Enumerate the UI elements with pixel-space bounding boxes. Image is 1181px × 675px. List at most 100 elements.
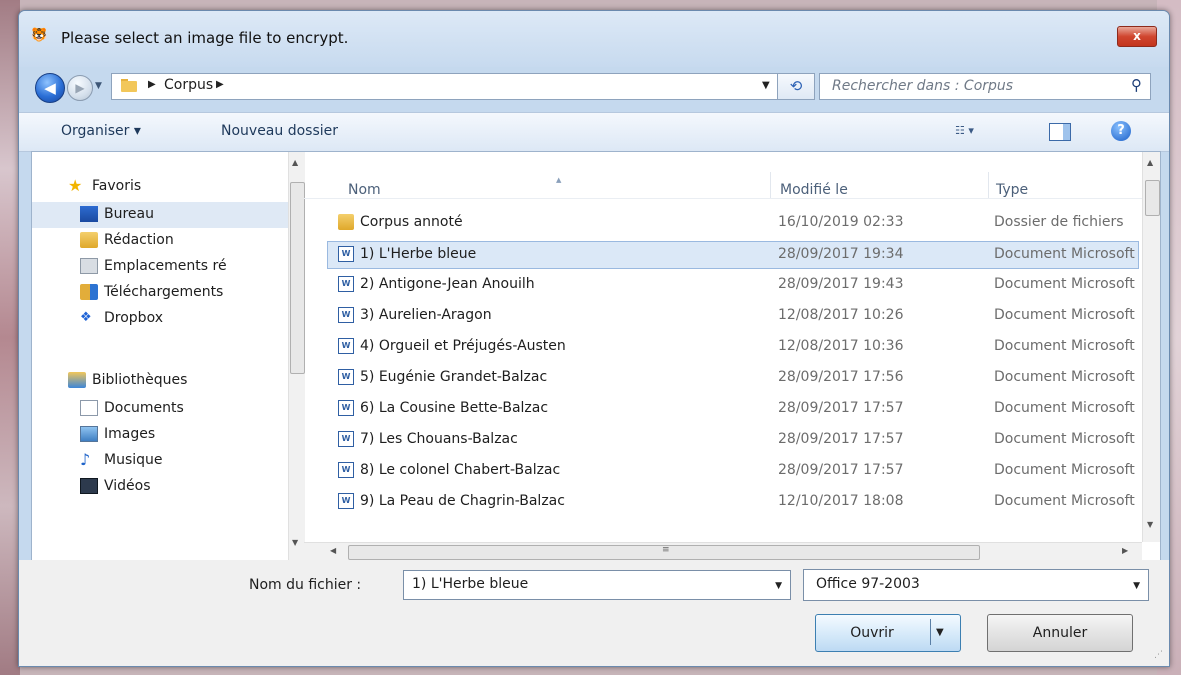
folder-icon bbox=[338, 214, 354, 230]
back-arrow-icon[interactable]: ◀ bbox=[35, 73, 65, 103]
sidebar-item-bureau[interactable]: Bureau bbox=[32, 202, 288, 228]
sidebar-item-redaction[interactable]: Rédaction bbox=[32, 228, 288, 254]
file-type-filter-select[interactable]: Office 97-2003 ▼ bbox=[803, 569, 1149, 601]
file-date: 28/09/2017 19:43 bbox=[778, 276, 904, 292]
recent-places-icon bbox=[80, 258, 98, 274]
scroll-right-icon[interactable]: ▶ bbox=[1122, 546, 1128, 555]
file-row[interactable]: W 3) Aurelien-Aragon 12/08/2017 10:26 Do… bbox=[328, 303, 1138, 329]
close-button[interactable]: x bbox=[1117, 26, 1157, 47]
file-type: Document Microsoft bbox=[994, 246, 1135, 262]
scrollbar-grip-icon: ≡ bbox=[662, 545, 670, 555]
address-bar[interactable]: ▶ Corpus ▶ ▼ bbox=[111, 73, 791, 100]
sidebar-item-label: Vidéos bbox=[104, 478, 151, 494]
file-name: 5) Eugénie Grandet-Balzac bbox=[360, 369, 548, 385]
file-name: 1) L'Herbe bleue bbox=[360, 246, 477, 262]
filename-input[interactable]: 1) L'Herbe bleue ▼ bbox=[403, 570, 791, 600]
organise-menu-button[interactable]: Organiser ▾ bbox=[61, 123, 141, 139]
sidebar-item-images[interactable]: Images bbox=[32, 422, 288, 448]
new-folder-button[interactable]: Nouveau dossier bbox=[221, 123, 338, 139]
dialog-footer: Nom du fichier : 1) L'Herbe bleue ▼ Offi… bbox=[19, 560, 1169, 666]
libraries-icon bbox=[68, 372, 86, 388]
browser-area: ★ Favoris Bureau Rédaction Emplacements … bbox=[31, 151, 1161, 561]
scrollbar-thumb[interactable] bbox=[1145, 180, 1160, 216]
file-open-dialog: 🐯 Please select an image file to encrypt… bbox=[18, 10, 1170, 667]
file-row-selected[interactable]: W 1) L'Herbe bleue 28/09/2017 19:34 Docu… bbox=[327, 241, 1139, 269]
help-icon[interactable]: ? bbox=[1111, 121, 1131, 141]
recent-pages-dropdown-icon[interactable]: ▼ bbox=[95, 79, 107, 93]
sidebar-item-recent-places[interactable]: Emplacements ré bbox=[32, 254, 288, 280]
file-row[interactable]: W 6) La Cousine Bette-Balzac 28/09/2017 … bbox=[328, 396, 1138, 422]
sidebar-item-music[interactable]: ♪ Musique bbox=[32, 448, 288, 474]
column-divider[interactable] bbox=[770, 172, 771, 198]
file-row[interactable]: W 7) Les Chouans-Balzac 28/09/2017 17:57… bbox=[328, 427, 1138, 453]
navigation-scrollbar[interactable]: ▲ ▼ bbox=[288, 152, 305, 560]
downloads-icon bbox=[80, 284, 98, 300]
word-doc-icon: W bbox=[338, 400, 354, 416]
scroll-up-icon[interactable]: ▲ bbox=[1147, 158, 1153, 167]
open-options-dropdown-icon[interactable]: ▼ bbox=[936, 627, 944, 638]
sidebar-group-libraries[interactable]: Bibliothèques bbox=[32, 368, 288, 394]
change-view-icon[interactable]: ☷ ▾ bbox=[955, 124, 991, 140]
sidebar-item-videos[interactable]: Vidéos bbox=[32, 474, 288, 500]
scroll-down-icon[interactable]: ▼ bbox=[1147, 520, 1153, 529]
word-doc-icon: W bbox=[338, 369, 354, 385]
breadcrumb-corpus[interactable]: Corpus bbox=[164, 77, 213, 93]
file-type: Document Microsoft bbox=[994, 369, 1135, 385]
file-row[interactable]: W 8) Le colonel Chabert-Balzac 28/09/201… bbox=[328, 458, 1138, 484]
file-type: Document Microsoft bbox=[994, 493, 1135, 509]
search-input[interactable]: Rechercher dans : Corpus ⚲ bbox=[819, 73, 1151, 100]
sidebar-item-label: Images bbox=[104, 426, 156, 442]
cancel-button[interactable]: Annuler bbox=[987, 614, 1133, 652]
scrollbar-thumb[interactable] bbox=[290, 182, 305, 374]
file-row[interactable]: W 5) Eugénie Grandet-Balzac 28/09/2017 1… bbox=[328, 365, 1138, 391]
scroll-up-icon[interactable]: ▲ bbox=[292, 158, 298, 167]
address-history-dropdown-icon[interactable]: ▼ bbox=[762, 80, 770, 91]
file-list-horizontal-scrollbar[interactable]: ◀ ≡ ▶ bbox=[304, 542, 1142, 560]
breadcrumb-separator-icon[interactable]: ▶ bbox=[216, 79, 224, 90]
folder-icon bbox=[121, 79, 137, 92]
scroll-left-icon[interactable]: ◀ bbox=[330, 546, 336, 555]
word-doc-icon: W bbox=[338, 307, 354, 323]
file-row-folder[interactable]: Corpus annoté 16/10/2019 02:33 Dossier d… bbox=[328, 210, 1138, 236]
file-type: Document Microsoft bbox=[994, 431, 1135, 447]
file-date: 28/09/2017 17:56 bbox=[778, 369, 904, 385]
column-header-name[interactable]: Nom bbox=[348, 182, 381, 198]
images-icon bbox=[80, 426, 98, 442]
music-icon: ♪ bbox=[80, 450, 91, 469]
sidebar-item-dropbox[interactable]: ❖ Dropbox bbox=[32, 306, 288, 332]
sidebar-item-downloads[interactable]: Téléchargements bbox=[32, 280, 288, 306]
file-type: Dossier de fichiers bbox=[994, 214, 1124, 230]
documents-icon bbox=[80, 400, 98, 416]
desktop-icon bbox=[80, 206, 98, 222]
file-row[interactable]: W 4) Orgueil et Préjugés-Austen 12/08/20… bbox=[328, 334, 1138, 360]
breadcrumb-separator-icon[interactable]: ▶ bbox=[148, 79, 156, 90]
column-header-type[interactable]: Type bbox=[996, 182, 1028, 198]
search-icon[interactable]: ⚲ bbox=[1131, 76, 1142, 94]
scroll-down-icon[interactable]: ▼ bbox=[292, 538, 298, 547]
column-divider[interactable] bbox=[988, 172, 989, 198]
file-type: Document Microsoft bbox=[994, 338, 1135, 354]
open-button[interactable]: Ouvrir ▼ bbox=[815, 614, 961, 652]
filename-value[interactable]: 1) L'Herbe bleue bbox=[412, 576, 528, 592]
chevron-down-icon[interactable]: ▼ bbox=[1133, 581, 1140, 591]
file-list-vertical-scrollbar[interactable]: ▲ ▼ bbox=[1142, 152, 1160, 542]
filename-dropdown-icon[interactable]: ▼ bbox=[775, 581, 782, 591]
file-type: Document Microsoft bbox=[994, 276, 1135, 292]
file-row[interactable]: W 9) La Peau de Chagrin-Balzac 12/10/201… bbox=[328, 489, 1138, 515]
sidebar-item-label: Emplacements ré bbox=[104, 258, 227, 274]
file-date: 16/10/2019 02:33 bbox=[778, 214, 904, 230]
sidebar-group-favorites[interactable]: ★ Favoris bbox=[32, 174, 288, 200]
sidebar-item-label: Documents bbox=[104, 400, 184, 416]
sidebar-item-label: Téléchargements bbox=[104, 284, 224, 300]
column-header-modified[interactable]: Modifié le bbox=[780, 182, 848, 198]
forward-arrow-icon[interactable]: ▶ bbox=[67, 75, 93, 101]
sidebar-item-documents[interactable]: Documents bbox=[32, 396, 288, 422]
file-row[interactable]: W 2) Antigone-Jean Anouilh 28/09/2017 19… bbox=[328, 272, 1138, 298]
file-name: Corpus annoté bbox=[360, 214, 463, 230]
folder-icon bbox=[80, 232, 98, 248]
preview-pane-icon[interactable] bbox=[1049, 123, 1071, 141]
resize-grip-icon[interactable]: ⋰ bbox=[1154, 650, 1163, 660]
word-doc-icon: W bbox=[338, 246, 354, 262]
file-date: 28/09/2017 17:57 bbox=[778, 431, 904, 447]
refresh-icon[interactable]: ⟲ bbox=[777, 73, 815, 100]
